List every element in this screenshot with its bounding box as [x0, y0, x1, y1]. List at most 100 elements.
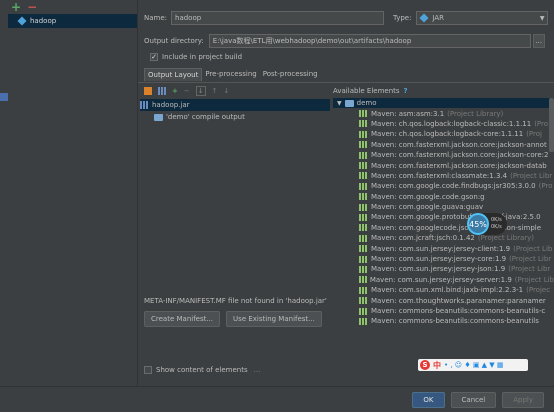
jar-type-icon: [419, 13, 429, 23]
available-library-item[interactable]: Maven: commons-beanutils:commons-beanuti…: [333, 316, 554, 326]
name-input[interactable]: hadoop: [171, 11, 385, 25]
progress-percent: 45%: [469, 219, 487, 229]
progress-badge[interactable]: 45% 0K/s 0K/s: [467, 213, 507, 235]
artifacts-pane: + − hadoop: [8, 0, 138, 386]
use-existing-manifest-button[interactable]: Use Existing Manifest...: [226, 311, 322, 327]
library-icon: [359, 162, 368, 170]
tree-root-hadoop-jar[interactable]: hadoop.jar: [140, 99, 330, 111]
ime-tools-icon[interactable]: • , ☺ ♦ ▣ ▲ ▼ ▦: [444, 361, 504, 369]
available-library-item[interactable]: Maven: com.thoughtworks.paranamer:parana…: [333, 295, 554, 305]
available-root-demo[interactable]: ▼ demo: [333, 98, 554, 109]
available-library-item[interactable]: Maven: com.google.code.findbugs:jsr305:3…: [333, 181, 554, 191]
available-library-item[interactable]: Maven: com.sun.jersey:jersey-json:1.9 (Pr…: [333, 264, 554, 274]
library-name: Maven: com.googlecode.json-simple:json-s…: [371, 223, 542, 232]
tree-child-compile-output[interactable]: 'demo' compile output: [140, 111, 330, 123]
expand-arrow-icon[interactable]: ▼: [337, 100, 342, 107]
library-name: Maven: com.fasterxml.jackson.core:jackso…: [371, 140, 547, 149]
library-note: (Proj: [526, 130, 542, 139]
library-icon: [359, 141, 368, 149]
add-element-icon[interactable]: +: [172, 87, 178, 95]
add-icon[interactable]: +: [11, 1, 21, 13]
new-folder-icon[interactable]: [144, 87, 152, 95]
library-icon: [359, 213, 368, 221]
apply-button[interactable]: Apply: [502, 392, 544, 408]
archive-icon[interactable]: [158, 87, 166, 95]
available-library-item[interactable]: Maven: com.fasterxml.jackson.core:jackso…: [333, 140, 554, 150]
library-icon: [359, 276, 367, 284]
available-library-item[interactable]: Maven: ch.qos.logback:logback-classic:1.…: [333, 119, 554, 129]
progress-circle: 45%: [467, 213, 489, 235]
available-library-item[interactable]: Maven: com.sun.xml.bind:jaxb-impl:2.2.3-…: [333, 285, 554, 295]
create-manifest-button[interactable]: Create Manifest...: [144, 311, 221, 327]
help-icon[interactable]: ?: [404, 87, 408, 95]
tree-root-label: hadoop.jar: [152, 101, 190, 109]
ime-mode[interactable]: 中: [433, 360, 441, 371]
available-library-item[interactable]: Maven: com.fasterxml:classmate:1.3.4 (Pro…: [333, 171, 554, 181]
ime-logo-icon[interactable]: S: [420, 360, 430, 370]
library-note: (Project Libr: [509, 255, 552, 264]
show-content-checkbox[interactable]: [144, 366, 152, 374]
include-build-checkbox[interactable]: ✓: [150, 53, 158, 61]
remove-element-icon[interactable]: −: [184, 87, 190, 95]
sort-icon[interactable]: ↓: [195, 86, 206, 96]
output-dir-value: E:\java数程\ETL用\webhadoop\demo\out\artifa…: [212, 37, 412, 45]
ok-button[interactable]: OK: [412, 392, 445, 408]
available-library-item[interactable]: Maven: commons-beanutils:commons-beanuti…: [333, 306, 554, 316]
available-library-item[interactable]: Maven: ch.qos.logback:logback-core:1.1.1…: [333, 129, 554, 139]
move-up-icon[interactable]: ↑: [212, 87, 218, 95]
left-strip: [0, 0, 8, 386]
remove-icon[interactable]: −: [27, 1, 37, 13]
library-note: (Project Lib: [513, 244, 553, 253]
library-name: Maven: com.sun.xml.bind:jaxb-impl:2.2.3-…: [371, 286, 524, 295]
library-name: Maven: com.fasterxml.jackson.core:jackso…: [371, 151, 549, 160]
available-elements-header: Available Elements ?: [333, 87, 408, 95]
library-icon: [359, 234, 368, 242]
jar-file-icon: [140, 101, 149, 109]
tab-post-processing[interactable]: Post-processing: [260, 68, 321, 81]
module-output-icon: [154, 113, 163, 121]
library-icon: [359, 224, 368, 232]
available-library-item[interactable]: Maven: com.sun.jersey:jersey-core:1.9 (Pr…: [333, 254, 554, 264]
library-icon: [359, 110, 368, 118]
type-select[interactable]: JAR ▼: [416, 11, 549, 25]
available-library-item[interactable]: Maven: com.fasterxml.jackson.core:jackso…: [333, 150, 554, 160]
available-library-item[interactable]: Maven: com.sun.jersey:jersey-server:1.9(…: [333, 275, 554, 285]
artifacts-toolbar: + −: [8, 0, 137, 14]
library-note: (Project Libr: [510, 171, 553, 180]
available-library-item[interactable]: Maven: com.google.guava:guav: [333, 202, 554, 212]
library-note: (Project Lib: [514, 275, 554, 284]
available-library-item[interactable]: Maven: com.fasterxml.jackson.core:jackso…: [333, 160, 554, 170]
library-icon: [359, 307, 368, 315]
available-library-item[interactable]: Maven: com.google.code.gson:g: [333, 192, 554, 202]
progress-speeds: 0K/s 0K/s: [491, 217, 502, 231]
available-root-label: demo: [356, 99, 377, 108]
tab-output-layout[interactable]: Output Layout: [144, 68, 203, 81]
library-icon: [359, 265, 368, 273]
scrollbar-thumb[interactable]: [549, 98, 554, 152]
name-value: hadoop: [175, 14, 202, 22]
move-down-icon[interactable]: ↓: [224, 87, 230, 95]
chevron-down-icon: ▼: [539, 14, 545, 22]
available-library-item[interactable]: Maven: asm:asm:3.1 (Project Library): [333, 108, 554, 118]
output-dir-input[interactable]: E:\java数程\ETL用\webhadoop\demo\out\artifa…: [208, 34, 531, 48]
available-elements-tree: ▼ demo Maven: asm:asm:3.1 (Project Librar…: [333, 98, 554, 368]
available-library-item[interactable]: Maven: com.sun.jersey:jersey-client:1.9(…: [333, 243, 554, 253]
manifest-buttons: Create Manifest... Use Existing Manifest…: [144, 311, 322, 327]
name-row: Name: hadoop Type: JAR ▼: [144, 11, 549, 25]
library-name: Maven: com.thoughtworks.paranamer:parana…: [371, 296, 546, 305]
output-dir-label: Output directory:: [144, 37, 204, 45]
library-note: (Projec: [526, 286, 551, 295]
tab-pre-processing[interactable]: Pre-processing: [202, 68, 259, 81]
available-library-item[interactable]: Maven: com.google.protobuf:protobuf-java…: [333, 212, 554, 222]
browse-button[interactable]: ...: [532, 34, 545, 48]
available-library-item[interactable]: Maven: com.googlecode.json-simple:json-s…: [333, 223, 554, 233]
library-name: Maven: com.google.code.gson:g: [371, 192, 485, 201]
available-library-item[interactable]: Maven: com.jcraft:jsch:0.1.42 (Project Li…: [333, 233, 554, 243]
library-name: Maven: com.sun.jersey:jersey-json:1.9: [371, 265, 506, 274]
library-note: (Pro: [534, 119, 549, 128]
cancel-button[interactable]: Cancel: [450, 392, 497, 408]
library-name: Maven: com.google.code.findbugs:jsr305:3…: [371, 182, 536, 191]
more-options-icon[interactable]: ...: [254, 366, 261, 374]
ime-toolbar[interactable]: S 中 • , ☺ ♦ ▣ ▲ ▼ ▦: [418, 359, 528, 371]
artifact-item-hadoop[interactable]: hadoop: [8, 14, 137, 28]
